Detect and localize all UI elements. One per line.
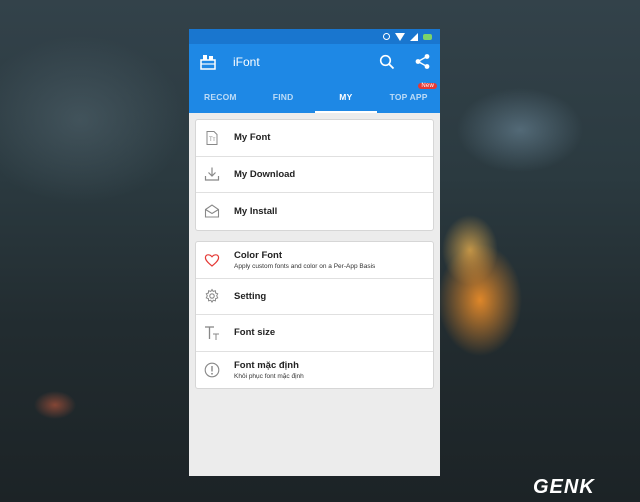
row-title: Font size [234,327,276,339]
row-title: My Download [234,168,296,180]
phone-screen: iFont RECOM FIND MY TOP APP New Tт My Fo… [189,29,440,476]
row-title: Font mặc định [234,360,299,372]
alarm-icon [383,33,390,40]
tab-label: FIND [272,91,294,102]
new-badge: New [418,83,437,89]
list-item-my-install[interactable]: My Install [196,193,433,230]
download-icon [204,167,220,181]
row-subtitle: Apply custom fonts and color on a Per-Ap… [234,262,376,270]
wifi-icon [395,32,405,41]
list-item-font-size[interactable]: Font size [196,315,433,352]
list-item-my-font[interactable]: Tт My Font [196,120,433,157]
list-item-default-font[interactable]: Font mặc định Khôi phục font mặc định [196,352,433,389]
tab-label: RECOM [204,91,237,102]
tab-recom[interactable]: RECOM [189,80,252,113]
search-icon[interactable] [379,54,395,70]
tab-label: MY [339,91,353,102]
row-title: Color Font [234,249,283,261]
text-size-icon [205,326,219,340]
list-item-color-font[interactable]: Color Font Apply custom fonts and color … [196,242,433,279]
status-bar [189,29,440,44]
settings-card: Color Font Apply custom fonts and color … [195,241,434,390]
battery-icon [423,33,432,40]
gear-icon [205,288,219,304]
tab-top-app[interactable]: TOP APP New [377,80,440,113]
my-content-card: Tт My Font My Download My Install [195,119,434,231]
tab-label: TOP APP [389,91,428,102]
info-icon [204,362,220,378]
tab-my[interactable]: MY [314,80,378,113]
svg-text:Tт: Tт [209,137,216,143]
app-title: iFont [233,55,260,69]
row-subtitle: Khôi phục font mặc định [234,373,304,381]
list-item-my-download[interactable]: My Download [196,157,433,194]
app-bar: iFont [189,44,440,80]
row-title: My Install [234,205,278,217]
row-title: My Font [234,132,271,144]
list-item-setting[interactable]: Setting [196,279,433,316]
genk-watermark: GENK [533,476,595,498]
tab-bar: RECOM FIND MY TOP APP New [189,80,440,113]
font-file-icon: Tт [206,130,218,145]
signal-icon [410,32,418,41]
share-icon[interactable] [414,53,431,70]
heart-icon [204,254,220,267]
tab-find[interactable]: FIND [252,80,315,113]
row-title: Setting [234,290,267,302]
app-logo-icon [200,55,216,70]
install-inbox-icon [204,204,220,219]
